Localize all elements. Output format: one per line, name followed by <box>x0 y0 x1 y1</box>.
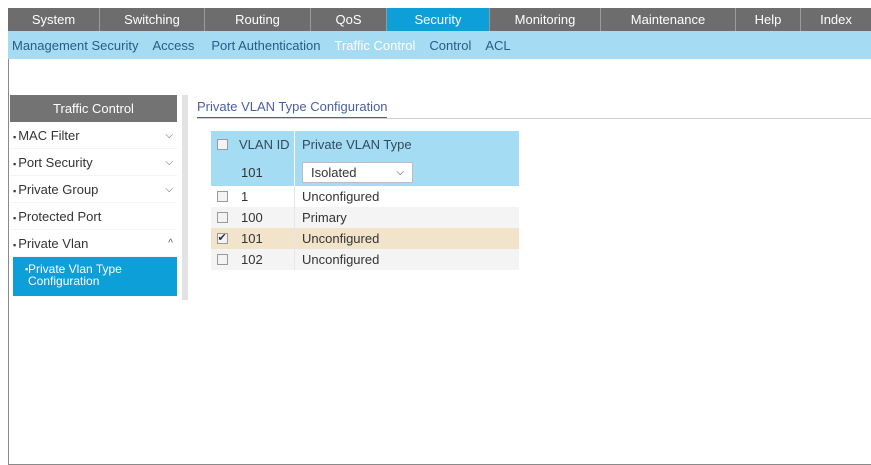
tab-maintenance[interactable]: Maintenance <box>601 8 736 31</box>
tab-routing[interactable]: Routing <box>205 8 311 31</box>
tab-monitoring[interactable]: Monitoring <box>490 8 601 31</box>
row-checkbox-cell <box>211 254 233 265</box>
sidebar-item-text: Private Vlan <box>18 235 89 251</box>
row-checkbox-cell <box>211 212 233 223</box>
subnav-access[interactable]: Access <box>152 38 194 53</box>
tab-help[interactable]: Help <box>736 8 801 31</box>
select-value: Isolated <box>311 164 357 180</box>
sidebar-item-label: ▪ Private Vlan <box>13 236 88 251</box>
frame-border-left <box>8 59 9 465</box>
table-header-row: VLAN ID Private VLAN Type <box>211 131 519 158</box>
subnav-port-authentication[interactable]: Port Authentication <box>211 38 320 53</box>
edit-row-type-cell: Isolated ⌵ <box>295 158 519 186</box>
sidebar-item-private-vlan[interactable]: ▪ Private Vlan ^ <box>10 230 177 257</box>
sidebar-item-text: Protected Port <box>18 208 102 224</box>
table-row[interactable]: 101 Unconfigured <box>211 228 519 249</box>
select-all-cell <box>211 139 233 150</box>
subnav-traffic-control[interactable]: Traffic Control <box>335 38 416 53</box>
tab-switching[interactable]: Switching <box>100 8 205 31</box>
sidebar-item-mac-filter[interactable]: ▪ MAC Filter ⌵ <box>10 122 177 149</box>
row-checkbox[interactable] <box>216 254 228 265</box>
row-vlan-type: Unconfigured <box>302 231 380 246</box>
bullet-icon: ▪ <box>13 131 17 142</box>
sidebar-scrollbar[interactable] <box>182 95 188 300</box>
bullet-icon: ▪ <box>25 264 29 274</box>
row-vlan-id: 102 <box>233 249 295 270</box>
chevron-down-icon[interactable]: ⌵ <box>165 184 173 195</box>
chevron-down-icon[interactable]: ⌵ <box>165 130 173 141</box>
row-checkbox-cell <box>211 191 233 202</box>
bullet-icon: ▪ <box>13 212 17 223</box>
title-divider <box>197 118 871 119</box>
top-nav: System Switching Routing QoS Security Mo… <box>8 8 871 31</box>
sub-nav: Management Security Access Port Authenti… <box>8 31 871 59</box>
bullet-icon: ▪ <box>13 158 17 169</box>
sidebar-item-label: ▪ MAC Filter <box>13 128 80 143</box>
sidebar-item-private-vlan-type-configuration[interactable]: ▪ Private Vlan Type Configuration <box>13 257 177 296</box>
row-vlan-type: Unconfigured <box>302 189 380 204</box>
table-row[interactable]: 100 Primary <box>211 207 519 228</box>
bullet-icon: ▪ <box>13 239 17 250</box>
table-row[interactable]: 1 Unconfigured <box>211 186 519 207</box>
sidebar-item-text: MAC Filter <box>18 127 80 143</box>
sidebar-item-label: ▪ Protected Port <box>13 209 101 224</box>
row-checkbox-cell <box>211 231 233 244</box>
row-vlan-id: 101 <box>233 228 295 249</box>
sidebar-menu: ▪ MAC Filter ⌵ ▪ Port Security ⌵ ▪ Private … <box>10 122 177 257</box>
sidebar-subitem-label-line2: Configuration <box>28 274 100 288</box>
sidebar-item-protected-port[interactable]: ▪ Protected Port <box>10 203 177 230</box>
sidebar-header: Traffic Control <box>10 95 177 122</box>
column-header-vlan-id: VLAN ID <box>233 131 295 158</box>
row-checkbox[interactable] <box>216 231 228 244</box>
sidebar-item-label: ▪ Private Group <box>13 182 98 197</box>
row-checkbox[interactable] <box>216 212 228 223</box>
row-checkbox[interactable] <box>216 191 228 202</box>
subnav-acl[interactable]: ACL <box>485 38 510 53</box>
sidebar-item-text: Private Group <box>18 181 99 197</box>
chevron-up-icon[interactable]: ^ <box>168 238 173 249</box>
table-row[interactable]: 102 Unconfigured <box>211 249 519 270</box>
sidebar-item-port-security[interactable]: ▪ Port Security ⌵ <box>10 149 177 176</box>
tab-system[interactable]: System <box>8 8 100 31</box>
subnav-management-security[interactable]: Management Security <box>12 38 138 53</box>
select-all-checkbox[interactable] <box>216 139 228 150</box>
sidebar-item-text: Port Security <box>18 154 93 170</box>
bullet-icon: ▪ <box>13 185 17 196</box>
row-vlan-id: 100 <box>233 207 295 228</box>
private-vlan-type-select[interactable]: Isolated ⌵ <box>302 161 413 183</box>
sidebar-item-label: ▪ Port Security <box>13 155 93 170</box>
row-vlan-type: Primary <box>302 210 347 225</box>
private-vlan-table: VLAN ID Private VLAN Type 101 Isolated ⌵… <box>211 131 519 270</box>
sidebar-item-private-group[interactable]: ▪ Private Group ⌵ <box>10 176 177 203</box>
subnav-control[interactable]: Control <box>429 38 471 53</box>
page-title: Private VLAN Type Configuration <box>197 99 388 114</box>
row-vlan-type: Unconfigured <box>302 252 380 267</box>
tab-qos[interactable]: QoS <box>311 8 387 31</box>
row-vlan-id: 1 <box>233 186 295 207</box>
tab-security[interactable]: Security <box>387 8 490 31</box>
table-edit-row: 101 Isolated ⌵ <box>211 158 519 186</box>
column-header-private-vlan-type: Private VLAN Type <box>302 137 412 152</box>
tab-index[interactable]: Index <box>801 8 871 31</box>
chevron-down-icon: ⌵ <box>396 166 404 178</box>
edit-row-vlan-id: 101 <box>233 158 295 186</box>
chevron-down-icon[interactable]: ⌵ <box>165 157 173 168</box>
